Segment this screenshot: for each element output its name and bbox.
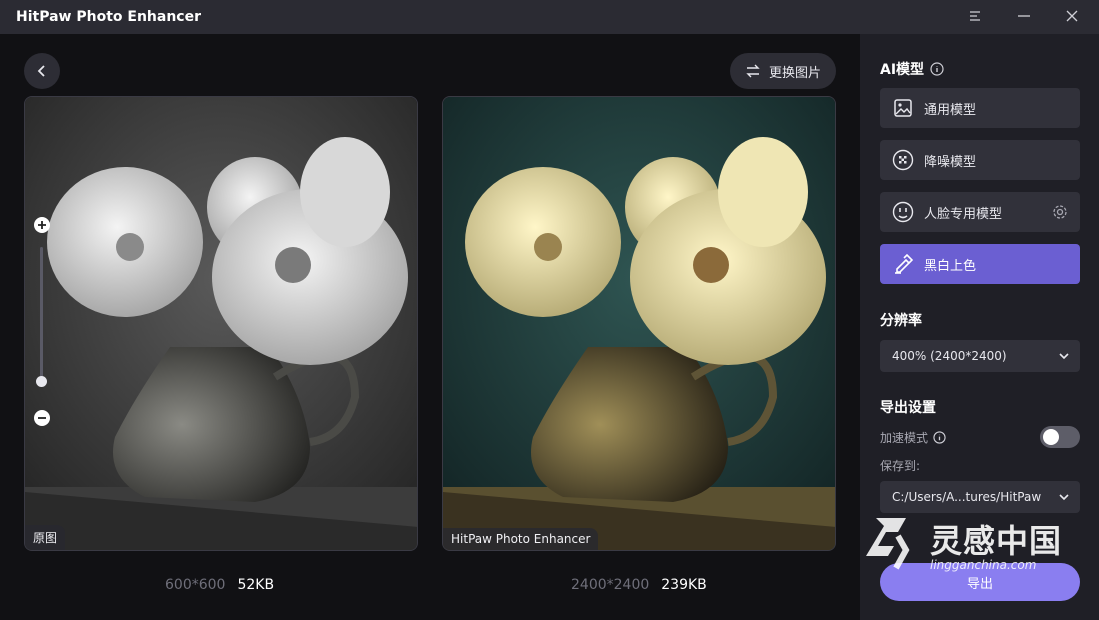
model-face-button[interactable]: 人脸专用模型 xyxy=(880,192,1080,232)
swap-icon xyxy=(746,64,760,78)
close-button[interactable] xyxy=(1059,5,1085,29)
original-dimensions: 600*600 xyxy=(165,577,226,593)
original-size-info: 600*600 52KB xyxy=(165,577,274,593)
image-icon xyxy=(892,97,914,119)
resolution-select[interactable]: 400% (2400*2400) xyxy=(880,340,1080,372)
zoom-control xyxy=(33,217,51,427)
info-icon[interactable] xyxy=(930,62,944,76)
enhanced-image[interactable]: HitPaw Photo Enhancer xyxy=(442,96,836,551)
watermark-text: 灵感中国 xyxy=(930,522,1063,560)
model-denoise-button[interactable]: 降噪模型 xyxy=(880,140,1080,180)
enhanced-dimensions: 2400*2400 xyxy=(571,577,650,593)
resolution-heading: 分辨率 xyxy=(880,313,922,329)
accelerate-toggle[interactable] xyxy=(1040,426,1080,448)
info-icon[interactable] xyxy=(933,431,946,444)
minimize-button[interactable] xyxy=(1011,5,1037,29)
watermark: 灵感中国 lingganchina.com xyxy=(862,514,1082,580)
save-to-label: 保存到: xyxy=(880,459,921,473)
menu-icon xyxy=(970,11,980,21)
minus-icon xyxy=(38,417,46,419)
back-button[interactable] xyxy=(24,53,60,89)
toggle-knob xyxy=(1043,429,1059,445)
title-bar: HitPaw Photo Enhancer xyxy=(0,0,1099,34)
model-general-button[interactable]: 通用模型 xyxy=(880,88,1080,128)
original-photo-canvas xyxy=(25,97,417,550)
enhanced-tag: HitPaw Photo Enhancer xyxy=(443,528,599,550)
zoom-slider[interactable] xyxy=(40,247,43,387)
model-general-label: 通用模型 xyxy=(924,102,977,118)
replace-image-button[interactable]: 更换图片 xyxy=(730,53,836,89)
accelerate-label: 加速模式 xyxy=(880,431,929,445)
zoom-out-button[interactable] xyxy=(34,410,50,426)
replace-image-label: 更换图片 xyxy=(768,65,821,81)
enhanced-photo-canvas xyxy=(443,97,835,550)
gear-icon[interactable] xyxy=(1052,204,1068,220)
resolution-value: 400% (2400*2400) xyxy=(892,349,1007,363)
save-path-value: C:/Users/A...tures/HitPaw xyxy=(892,490,1042,504)
watermark-url: lingganchina.com xyxy=(930,558,1037,572)
ai-model-title: AI模型 xyxy=(880,62,925,78)
watermark-logo xyxy=(866,518,910,570)
zoom-in-button[interactable] xyxy=(34,217,50,233)
chevron-down-icon xyxy=(1059,494,1069,501)
model-colorize-label: 黑白上色 xyxy=(924,258,977,274)
export-settings-heading: 导出设置 xyxy=(880,400,936,416)
close-icon xyxy=(1066,10,1078,22)
accelerate-row: 加速模式 xyxy=(880,429,946,446)
minimize-icon xyxy=(1018,15,1030,17)
ai-model-heading: AI模型 xyxy=(880,59,944,79)
denoise-icon xyxy=(892,149,914,171)
face-icon xyxy=(892,201,914,223)
original-image[interactable]: 原图 xyxy=(24,96,418,551)
model-colorize-button[interactable]: 黑白上色 xyxy=(880,244,1080,284)
original-filesize: 52KB xyxy=(237,577,275,593)
original-tag: 原图 xyxy=(25,525,66,550)
zoom-slider-thumb[interactable] xyxy=(36,376,47,387)
chevron-down-icon xyxy=(1059,353,1069,360)
app-title: HitPaw Photo Enhancer xyxy=(16,9,201,25)
model-denoise-label: 降噪模型 xyxy=(924,154,977,170)
enhanced-filesize: 239KB xyxy=(661,577,707,593)
colorize-icon xyxy=(892,253,914,275)
chevron-left-icon xyxy=(37,65,45,77)
menu-button[interactable] xyxy=(962,5,988,29)
enhanced-size-info: 2400*2400 239KB xyxy=(571,577,707,593)
preview-area: 更换图片 原图 HitPaw Photo Enhancer 600*600 52… xyxy=(0,34,860,620)
model-face-label: 人脸专用模型 xyxy=(924,206,1003,222)
save-path-select[interactable]: C:/Users/A...tures/HitPaw xyxy=(880,481,1080,513)
plus-icon xyxy=(38,221,46,229)
